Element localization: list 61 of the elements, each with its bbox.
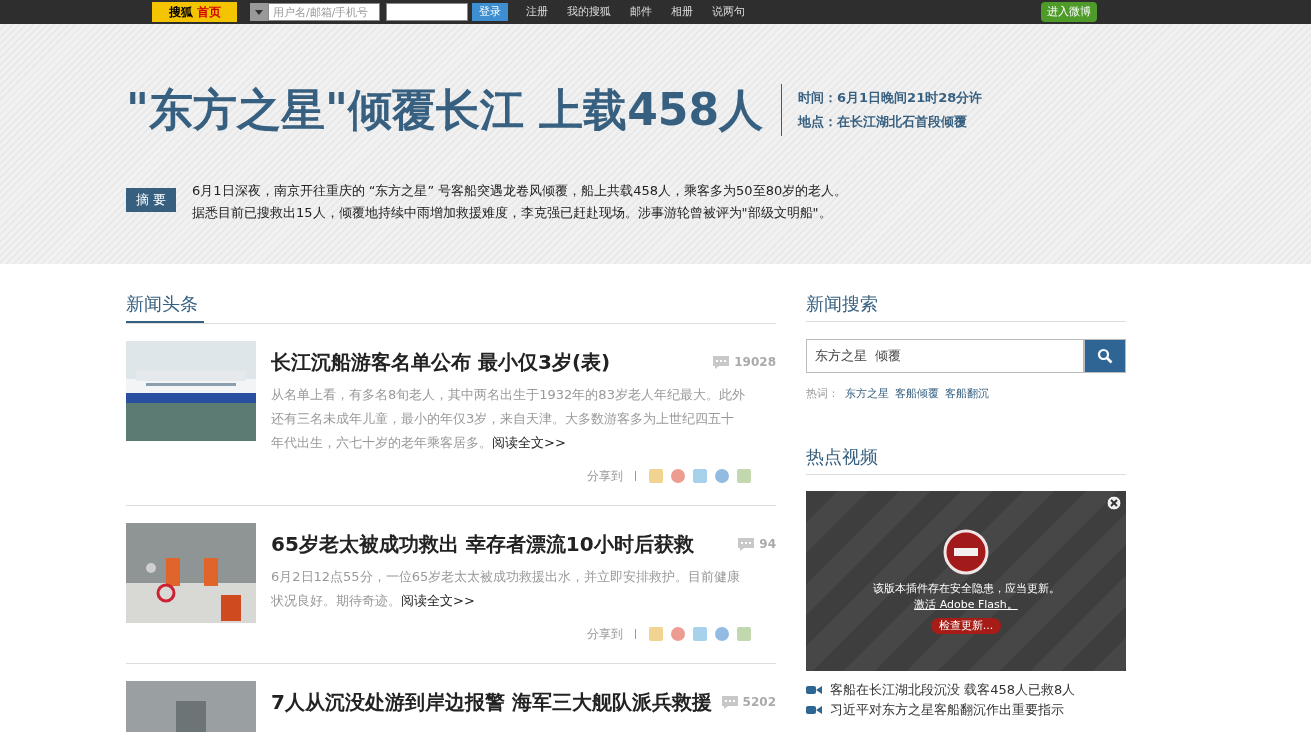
summary-text: 6月1日深夜，南京开往重庆的 “东方之星” 号客船突遇龙卷风倾覆，船上共载458人，乘客多为50至80岁的老人。 <box>192 182 848 200</box>
share-icon[interactable] <box>648 468 664 484</box>
check-update-button[interactable]: 检查更新... <box>930 617 1002 634</box>
comment-icon <box>712 354 731 370</box>
section-heading: 新闻搜索 <box>806 292 879 316</box>
summary-text: 据悉目前已搜救出15人，倾覆地持续中雨增加救援难度，李克强已赶赴现场。涉事游轮曾被评为"部级文明船"。 <box>192 204 833 222</box>
article-summary: 从名单上看，有多名8旬老人，其中两名出生于1932年的83岁老人年纪最大。此外还有三名未成年儿童，最小的年仅3岁，来自天津。大多数游客多为上世纪四五十年代出生，六七十岁的老年乘客居多。阅读全文>> <box>271 386 746 452</box>
article-title[interactable]: 65岁老太被成功救出 幸存者漂流10小时后获救 <box>271 529 694 559</box>
username-field[interactable]: 用户名/邮箱/手机号 <box>268 3 380 21</box>
comment-count: 94 <box>759 536 776 553</box>
event-place: 地点：在长江湖北石首段倾覆 <box>798 113 968 131</box>
search-button[interactable] <box>1084 339 1126 373</box>
share-label: 分享到 <box>587 626 623 643</box>
nav-link[interactable]: 注册 <box>526 3 548 21</box>
article-title[interactable]: 长江沉船游客名单公布 最小仅3岁(表) <box>271 347 611 377</box>
share-icon[interactable] <box>670 626 686 642</box>
comment-count: 19028 <box>734 354 776 371</box>
hot-word-link[interactable]: 东方之星 <box>845 386 889 403</box>
comment-count: 5202 <box>742 694 776 711</box>
password-field[interactable] <box>386 3 468 21</box>
share-icon[interactable] <box>648 626 664 642</box>
section-heading: 新闻头条 <box>126 290 204 323</box>
share-icon[interactable] <box>714 626 730 642</box>
blocked-icon <box>943 528 989 575</box>
video-link[interactable]: 客船在长江湖北段沉没 载客458人已救8人 <box>830 680 1076 699</box>
dropdown-icon[interactable] <box>250 3 268 21</box>
hot-word-link[interactable]: 客船倾覆 <box>895 386 939 403</box>
read-more-link[interactable]: 阅读全文>> <box>401 593 475 608</box>
share-icon[interactable] <box>736 468 752 484</box>
article-title[interactable]: 7人从沉没处游到岸边报警 海军三大舰队派兵救援 <box>271 687 712 717</box>
comment-icon <box>720 694 739 710</box>
summary-label: 摘 要 <box>126 188 176 212</box>
home-text: 首页 <box>196 4 221 21</box>
share-icon[interactable] <box>692 468 708 484</box>
hot-word-link[interactable]: 客船翻沉 <box>945 386 989 403</box>
search-field[interactable]: 东方之星 倾覆 <box>806 339 1084 373</box>
share-icon[interactable] <box>714 468 730 484</box>
read-more-link[interactable]: 阅读全文>> <box>492 435 566 450</box>
event-time: 时间：6月1日晚间21时28分许 <box>798 89 983 107</box>
brand-text: 搜狐 <box>168 4 193 21</box>
share-label: 分享到 <box>587 468 623 485</box>
nav-link[interactable]: 邮件 <box>630 3 652 21</box>
hot-words-label: 热词： <box>806 386 839 402</box>
plugin-warning: 该版本插件存在安全隐患，应当更新。 <box>872 580 1060 597</box>
video-camera-icon <box>806 704 822 715</box>
share-icon[interactable] <box>670 468 686 484</box>
article-summary: 6月2日12点55分，一位65岁老太太被成功救援出水，并立即安排救护。目前健康状况良好。期待奇迹。阅读全文>> <box>271 568 742 610</box>
nav-link[interactable]: 说两句 <box>712 3 745 21</box>
close-icon[interactable] <box>1106 494 1122 511</box>
nav-link[interactable]: 我的搜狐 <box>567 3 611 21</box>
share-icon[interactable] <box>692 626 708 642</box>
share-icon[interactable] <box>736 626 752 642</box>
nav-link[interactable]: 相册 <box>671 3 693 21</box>
activate-flash-link[interactable]: 激活 Adobe Flash。 <box>914 597 1018 614</box>
video-link[interactable]: 习近平对东方之星客船翻沉作出重要指示 <box>830 700 1064 719</box>
section-heading: 热点视频 <box>806 444 879 469</box>
search-icon <box>1097 348 1113 364</box>
video-camera-icon <box>806 684 822 695</box>
comment-icon <box>737 536 756 552</box>
home-logo[interactable]: 搜狐 首页 <box>152 2 237 22</box>
headline: "东方之星"倾覆长江 上载458人 <box>126 88 763 132</box>
